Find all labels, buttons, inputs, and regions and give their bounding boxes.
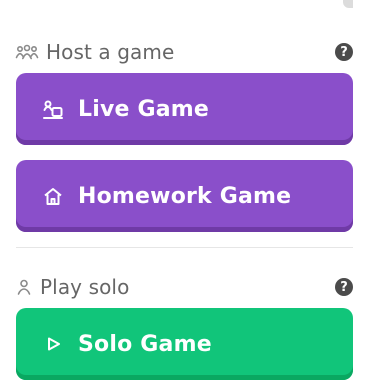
host-game-title-group: Host a game (14, 42, 174, 62)
play-solo-title: Play solo (40, 275, 130, 299)
group-icon (14, 43, 40, 61)
host-game-header: Host a game ? (14, 38, 353, 66)
play-solo-header: Play solo ? (14, 273, 353, 301)
host-game-title: Host a game (46, 40, 175, 64)
home-icon (42, 185, 64, 207)
live-game-label: Live Game (78, 96, 210, 122)
solo-game-button[interactable]: Solo Game (16, 308, 353, 380)
section-divider (16, 247, 353, 248)
question-circle-icon[interactable]: ? (335, 278, 353, 296)
homework-game-label: Homework Game (78, 183, 292, 209)
question-circle-icon[interactable]: ? (335, 43, 353, 61)
play-icon (42, 333, 64, 355)
solo-game-label: Solo Game (78, 331, 212, 357)
top-edge-fragment (343, 0, 353, 10)
homework-game-button[interactable]: Homework Game (16, 160, 353, 232)
game-mode-panel: Host a game ? Live Game Homework Game Pl… (0, 0, 367, 387)
live-game-button[interactable]: Live Game (16, 73, 353, 145)
user-icon (14, 278, 34, 296)
live-game-icon (42, 98, 64, 120)
play-solo-title-group: Play solo (14, 277, 129, 297)
